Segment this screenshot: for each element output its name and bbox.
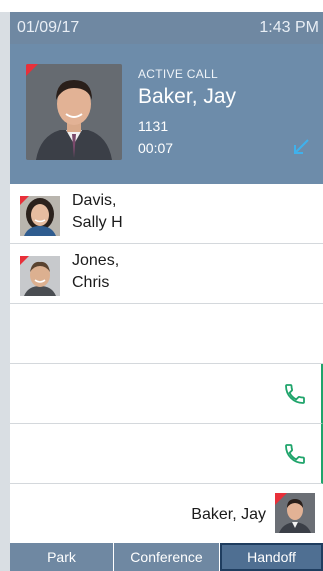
self-row[interactable]: Baker, Jay — [10, 484, 323, 544]
contact-name-line2: Sally H — [72, 214, 123, 231]
conference-button[interactable]: Conference — [114, 543, 220, 571]
presence-flag-icon — [20, 196, 29, 205]
active-call-label: ACTIVE CALL — [138, 67, 218, 81]
left-edge-strip — [0, 12, 10, 571]
presence-flag-icon — [26, 64, 38, 76]
contact-name-line1: Davis, — [72, 192, 117, 209]
active-caller-name: Baker, Jay — [138, 85, 237, 108]
active-caller-avatar — [26, 64, 122, 160]
contact-list: Davis, Sally H Jones, Chris Baker, Jay — [10, 184, 323, 544]
contact-name: Jones, Chris — [72, 250, 119, 294]
contact-name: Davis, Sally H — [72, 190, 123, 234]
active-call-panel[interactable]: ACTIVE CALL Baker, Jay 1131 00:07 — [10, 44, 323, 184]
status-date: 01/09/17 — [17, 19, 80, 36]
empty-row — [10, 304, 323, 364]
contact-name-line2: Chris — [72, 274, 110, 291]
contact-row-jones[interactable]: Jones, Chris — [10, 244, 323, 304]
self-name: Baker, Jay — [191, 506, 266, 523]
call-duration: 00:07 — [138, 140, 174, 156]
park-button[interactable]: Park — [10, 543, 114, 571]
contact-avatar — [20, 196, 60, 236]
contact-name-line1: Jones, — [72, 252, 120, 269]
contact-row-davis[interactable]: Davis, Sally H — [10, 184, 323, 244]
status-time: 1:43 PM — [259, 19, 319, 36]
handoff-button[interactable]: Handoff — [220, 543, 323, 571]
presence-flag-icon — [275, 493, 287, 505]
active-call-info: ACTIVE CALL Baker, Jay 1131 00:07 — [138, 67, 236, 156]
contact-avatar — [20, 256, 60, 296]
line-row-2[interactable] — [10, 424, 323, 484]
transfer-arrow-icon[interactable] — [292, 138, 310, 156]
status-bar: 01/09/17 1:43 PM — [10, 12, 323, 44]
phone-icon[interactable] — [283, 382, 307, 406]
softkey-bar: Park Conference Handoff — [10, 543, 323, 571]
presence-flag-icon — [20, 256, 29, 265]
active-caller-extension: 1131 — [138, 118, 169, 134]
line-row-1[interactable] — [10, 364, 323, 424]
phone-icon[interactable] — [283, 442, 307, 466]
self-avatar — [275, 493, 315, 533]
